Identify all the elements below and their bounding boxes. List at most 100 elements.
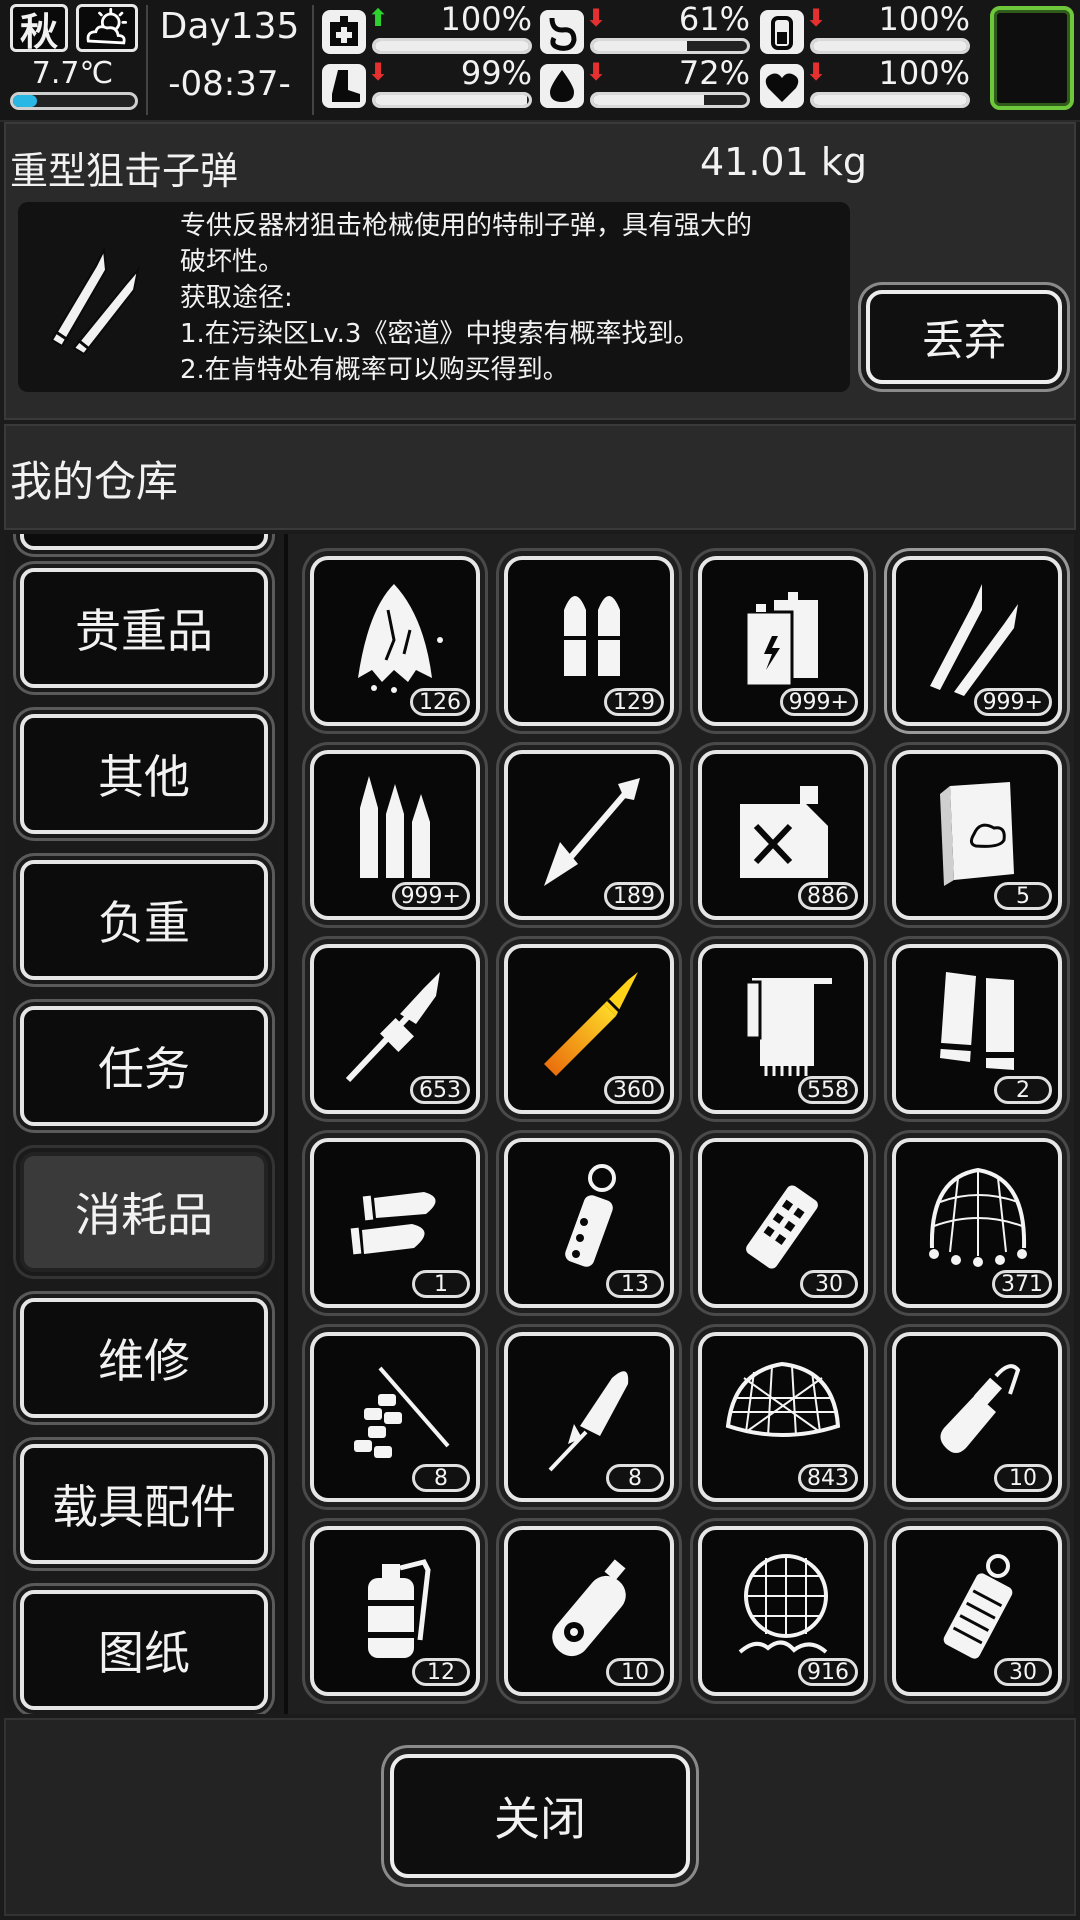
pistol-bullets-icon [564,596,620,676]
category-button[interactable]: 其他 [20,714,268,834]
sniper-bullets-icon [34,230,164,370]
item-count-badge: 189 [604,882,664,910]
stat-bar [590,38,750,54]
category-label: 维修 [98,1334,190,1388]
net-icon [929,1167,1027,1267]
arrow-down-icon: ⬇ [806,58,827,86]
arrow-down-icon: ⬇ [586,58,607,86]
item-count-badge: 999+ [391,882,470,910]
fire-extinguisher-grenade-icon [368,1559,431,1658]
book-icon [940,782,1014,886]
item-count-badge: 886 [798,882,858,910]
category-label: 贵重品 [75,604,213,658]
category-label: 图纸 [98,1626,190,1680]
inventory-slot[interactable]: 8 [310,1332,480,1502]
category-label: 任务 [98,1042,190,1096]
stat-value: 100% [878,0,970,38]
stat-bar-fill [593,95,704,105]
description-line: 破坏性。 [180,247,285,277]
inventory-slot[interactable]: 12 [310,1526,480,1696]
close-button[interactable]: 关闭 [390,1754,690,1878]
description-line: 1.在污染区Lv.3《密道》中搜索有概率找到。 [180,319,700,349]
flashbang-icon [565,1164,616,1267]
inventory-slot[interactable]: 10 [504,1526,674,1696]
divider [146,5,148,115]
inventory-slot[interactable]: 886 [698,750,868,920]
temperature-text: 7.7℃ [31,56,114,91]
warehouse-title: 我的仓库 [10,457,179,506]
inventory-slot[interactable]: 1 [310,1138,480,1308]
item-count-badge: 371 [992,1270,1052,1298]
item-count-badge: 843 [798,1464,858,1492]
stat-bar-fill [813,41,967,51]
stat-value: 72% [678,54,750,92]
battery-icon [760,10,804,54]
inventory-slot[interactable]: 999+ [698,556,868,726]
inventory-slot[interactable]: 371 [892,1138,1062,1308]
firecrackers-icon [354,1366,450,1458]
item-count-badge: 1 [412,1270,470,1298]
arrow-up-icon: ⬆ [368,4,389,32]
category-button[interactable]: 贵重品 [20,568,268,688]
item-grid[interactable]: 126 129 999+ 999+ 999+ 189 886 5 653 360 558 2 1 13 30… [284,534,1074,1714]
arrow-down-icon: ⬇ [806,4,827,32]
category-button[interactable]: 任务 [20,1006,268,1126]
heart-icon [760,64,804,108]
towel-icon [744,978,832,1076]
stat-bar-fill [375,95,528,105]
large-bullets-icon [350,1192,436,1255]
divider [312,5,314,115]
category-button[interactable]: 载具配件 [20,1444,268,1564]
inventory-slot[interactable]: 653 [310,944,480,1114]
category-partial-button[interactable] [20,534,268,550]
discard-button[interactable]: 丢弃 [866,290,1062,384]
category-list[interactable]: 贵重品其他负重任务消耗品维修载具配件图纸 [4,534,278,1714]
inventory-slot[interactable]: 10 [892,1332,1062,1502]
inventory-slot[interactable]: 129 [504,556,674,726]
item-count-badge: 126 [410,688,470,716]
item-count-badge: 999+ [973,688,1052,716]
inventory-slot[interactable]: 189 [504,750,674,920]
inventory-slot[interactable]: 558 [698,944,868,1114]
inventory-slot[interactable]: 126 [310,556,480,726]
item-count-badge: 5 [994,882,1052,910]
inventory-slot[interactable]: 13 [504,1138,674,1308]
inventory-slot[interactable]: 843 [698,1332,868,1502]
inventory-slot[interactable]: 916 [698,1526,868,1696]
category-button[interactable]: 维修 [20,1298,268,1418]
item-count-badge: 10 [606,1658,664,1686]
molotov-icon [940,1364,1021,1453]
stomach-icon [540,10,584,54]
stat-bar-fill [813,95,967,105]
inventory-slot[interactable]: 360 [504,944,674,1114]
fuel-canister-icon [740,786,828,878]
item-count-badge: 13 [606,1270,664,1298]
item-count-badge: 999+ [779,688,858,716]
category-label: 消耗品 [75,1188,213,1242]
stat-mood: ⬇ 100% [760,54,970,112]
stat-energy: ⬇ 100% [760,0,970,58]
gas-canister-icon [552,1559,626,1657]
inventory-slot[interactable]: 5 [892,750,1062,920]
inventory-slot[interactable]: 999+ [310,750,480,920]
stat-bar [810,92,970,108]
arrow-icon [544,778,640,886]
category-button[interactable]: 图纸 [20,1590,268,1710]
item-count-badge: 360 [604,1076,664,1104]
item-count-badge: 558 [798,1076,858,1104]
quick-slot[interactable] [990,6,1074,110]
item-count-badge: 30 [994,1658,1052,1686]
inventory-slot[interactable]: 2 [892,944,1062,1114]
inventory-slot[interactable]: 30 [892,1526,1062,1696]
item-count-badge: 916 [798,1658,858,1686]
inventory-slot[interactable]: 8 [504,1332,674,1502]
stat-bar [372,92,532,108]
torn-cloth-icon [358,584,443,693]
water-drop-icon [540,64,584,108]
category-button[interactable]: 负重 [20,860,268,980]
category-active-button[interactable]: 消耗品 [20,1152,268,1272]
inventory-slot[interactable]: 999+ [892,556,1062,726]
day-counter: Day135 [159,6,300,47]
inventory-slot[interactable]: 30 [698,1138,868,1308]
stat-health: ⬆ 100% [322,0,532,58]
